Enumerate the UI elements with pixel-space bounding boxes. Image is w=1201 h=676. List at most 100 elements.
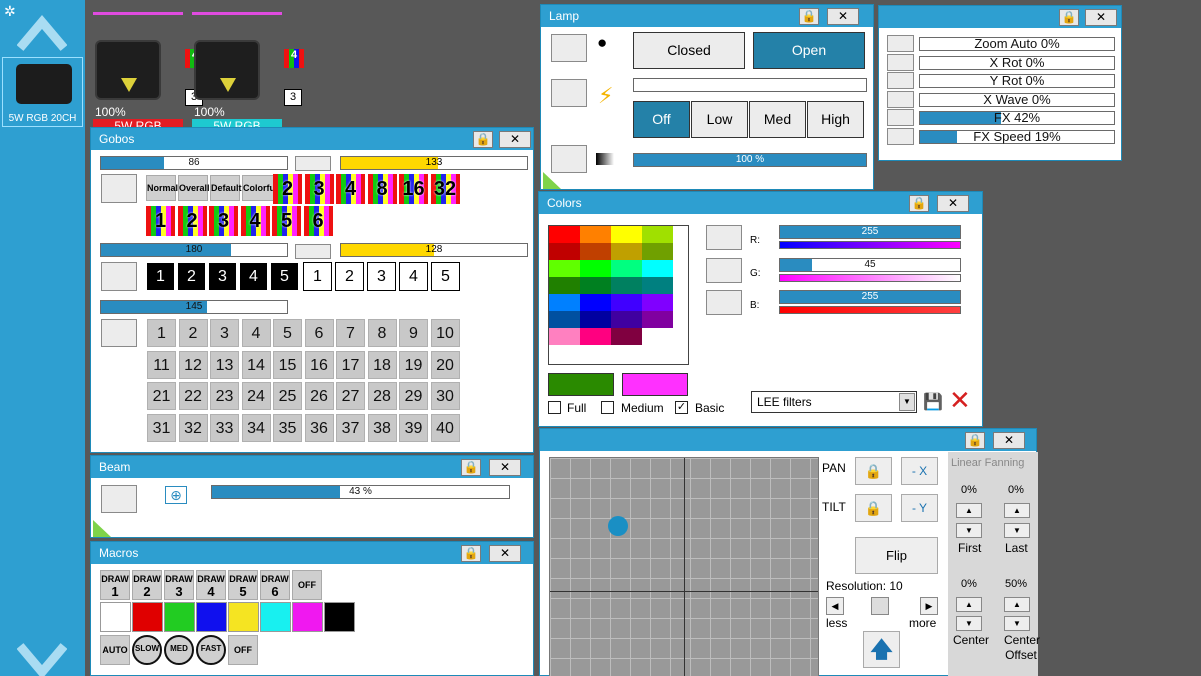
off-button[interactable]: Off [633,101,690,138]
neg-y-button[interactable]: - Y [901,494,938,522]
gobo-number-button[interactable]: 34 [241,413,271,442]
palette-color-cell[interactable] [549,243,580,260]
gobo-mode-button[interactable]: Colorful [242,175,278,201]
draw-macro-button[interactable]: DRAW 4 [196,570,226,600]
gobo-number-button[interactable]: 20 [430,350,460,379]
pan-tilt-grid[interactable] [549,457,819,676]
neg-x-button[interactable]: - X [901,457,938,485]
gobo-white-button[interactable]: 3 [367,262,396,291]
lock-icon[interactable]: 🔒 [965,432,985,449]
palette-color-cell[interactable] [549,226,580,243]
close-icon[interactable]: ✕ [499,131,531,148]
blue-reset-button[interactable] [706,290,742,315]
palette-color-cell[interactable] [549,294,580,311]
lock-icon[interactable]: 🔒 [461,545,481,562]
gobo-number-button[interactable]: 9 [399,319,428,347]
gobo-number-button[interactable]: 30 [430,382,460,410]
beam-reset-button[interactable] [101,485,137,513]
close-icon[interactable]: ✕ [489,459,521,476]
palette-color-cell[interactable] [642,294,673,311]
lock-icon[interactable]: 🔒 [1059,9,1079,26]
fixture-card[interactable]: 4 3 100% 5W RGB [192,12,304,134]
palette-color-cell[interactable] [642,328,673,345]
gobo-white-button[interactable]: 1 [303,262,332,291]
close-icon[interactable]: ✕ [993,432,1025,449]
macro-color-swatch[interactable] [324,602,355,632]
fixture-thumbnail[interactable]: 5W RGB 20CH [2,57,83,127]
macro-color-swatch[interactable] [228,602,259,632]
delete-icon[interactable]: ✕ [949,387,971,413]
filter-select[interactable]: LEE filters ▼ [751,391,917,413]
gobo-number-button[interactable]: 15 [273,350,302,379]
macro-speed-button[interactable]: AUTO [100,635,130,665]
gobo-number-button[interactable]: 12 [178,350,208,379]
gobo-set-button[interactable] [295,244,331,259]
red-reset-button[interactable] [706,225,742,250]
effect-slider[interactable]: Y Rot 0% [919,74,1115,88]
gobo-number-button[interactable]: 6 [304,319,334,347]
close-icon[interactable]: ✕ [489,545,521,562]
palette-color-cell[interactable] [642,226,673,243]
palette-color-cell[interactable] [549,328,580,345]
gobo-slider-2[interactable]: 180 [100,243,288,257]
effect-slider[interactable]: FX 42% [919,111,1115,125]
palette-color-cell[interactable] [642,260,673,277]
effect-reset-button[interactable] [887,72,914,89]
gobo-rainbow-button[interactable]: 2 [177,206,207,236]
macro-color-swatch[interactable] [292,602,323,632]
gobo-number-button[interactable]: 25 [273,382,302,410]
macro-color-swatch[interactable] [196,602,227,632]
gobo-number-button[interactable]: 22 [178,382,208,410]
gobo-rainbow-button[interactable]: 2 [273,174,302,204]
palette-color-cell[interactable] [642,243,673,260]
green-reset-button[interactable] [706,258,742,283]
gobo-rainbow-button[interactable]: 4 [240,206,270,236]
gobo-number-button[interactable]: 32 [178,413,208,442]
palette-color-cell[interactable] [611,260,642,277]
macro-speed-button[interactable]: OFF [228,635,258,665]
palette-color-cell[interactable] [549,311,580,328]
first-down-icon[interactable]: ▼ [956,523,982,538]
tilt-lock-icon[interactable]: 🔒 [855,494,892,522]
gobo-rainbow-button[interactable]: 5 [272,206,301,236]
gobo-number-button[interactable]: 23 [210,382,239,410]
macro-speed-button[interactable]: MED [164,635,194,665]
draw-macro-button[interactable]: DRAW 6 [260,570,290,600]
gobo-number-button[interactable]: 31 [147,413,176,442]
gobo-number-button[interactable]: 29 [399,382,428,410]
gobo-number-button[interactable]: 24 [241,382,271,410]
palette-color-cell[interactable] [580,328,611,345]
dimmer-slider[interactable]: 100 % [633,153,867,167]
gobo-black-button[interactable]: 1 [146,262,175,291]
gobo-slider-1[interactable]: 86 [100,156,288,170]
palette-color-cell[interactable] [580,260,611,277]
gobo-number-button[interactable]: 10 [430,319,460,347]
gobo-number-button[interactable]: 14 [241,350,271,379]
lock-icon[interactable]: 🔒 [799,8,819,25]
macro-off-button[interactable]: OFF [292,570,322,600]
gobo-number-button[interactable]: 36 [304,413,334,442]
lock-icon[interactable]: 🔒 [473,131,493,148]
lamp-reset-button[interactable] [551,34,587,62]
gobo-rotation-slider-1[interactable]: 133 [340,156,528,170]
gear-icon[interactable]: ✲ [4,3,16,20]
gobo-reset-button[interactable] [101,174,137,203]
gobo-rainbow-button[interactable]: 16 [399,174,428,204]
gobo-number-button[interactable]: 1 [147,319,176,347]
gobo-mode-button[interactable]: Overall [178,175,210,201]
effect-slider[interactable]: X Wave 0% [919,92,1115,107]
effect-slider[interactable]: Zoom Auto 0% [919,37,1115,51]
effect-reset-button[interactable] [887,53,914,71]
gobo-white-button[interactable]: 4 [399,262,428,291]
macro-speed-button[interactable]: SLOW [132,635,162,665]
first-up-icon[interactable]: ▲ [956,503,982,518]
draw-macro-button[interactable]: DRAW 3 [164,570,194,600]
arrow-up-icon[interactable]: 🡅 [863,631,900,668]
effect-slider[interactable]: FX Speed 19% [919,129,1115,144]
gobo-rainbow-button[interactable]: 3 [304,174,334,204]
gobo-number-button[interactable]: 19 [399,350,428,379]
gobo-reset-button[interactable] [101,319,137,347]
gobo-number-button[interactable]: 21 [147,382,176,410]
macro-color-swatch[interactable] [132,602,163,632]
flip-button[interactable]: Flip [855,537,938,574]
